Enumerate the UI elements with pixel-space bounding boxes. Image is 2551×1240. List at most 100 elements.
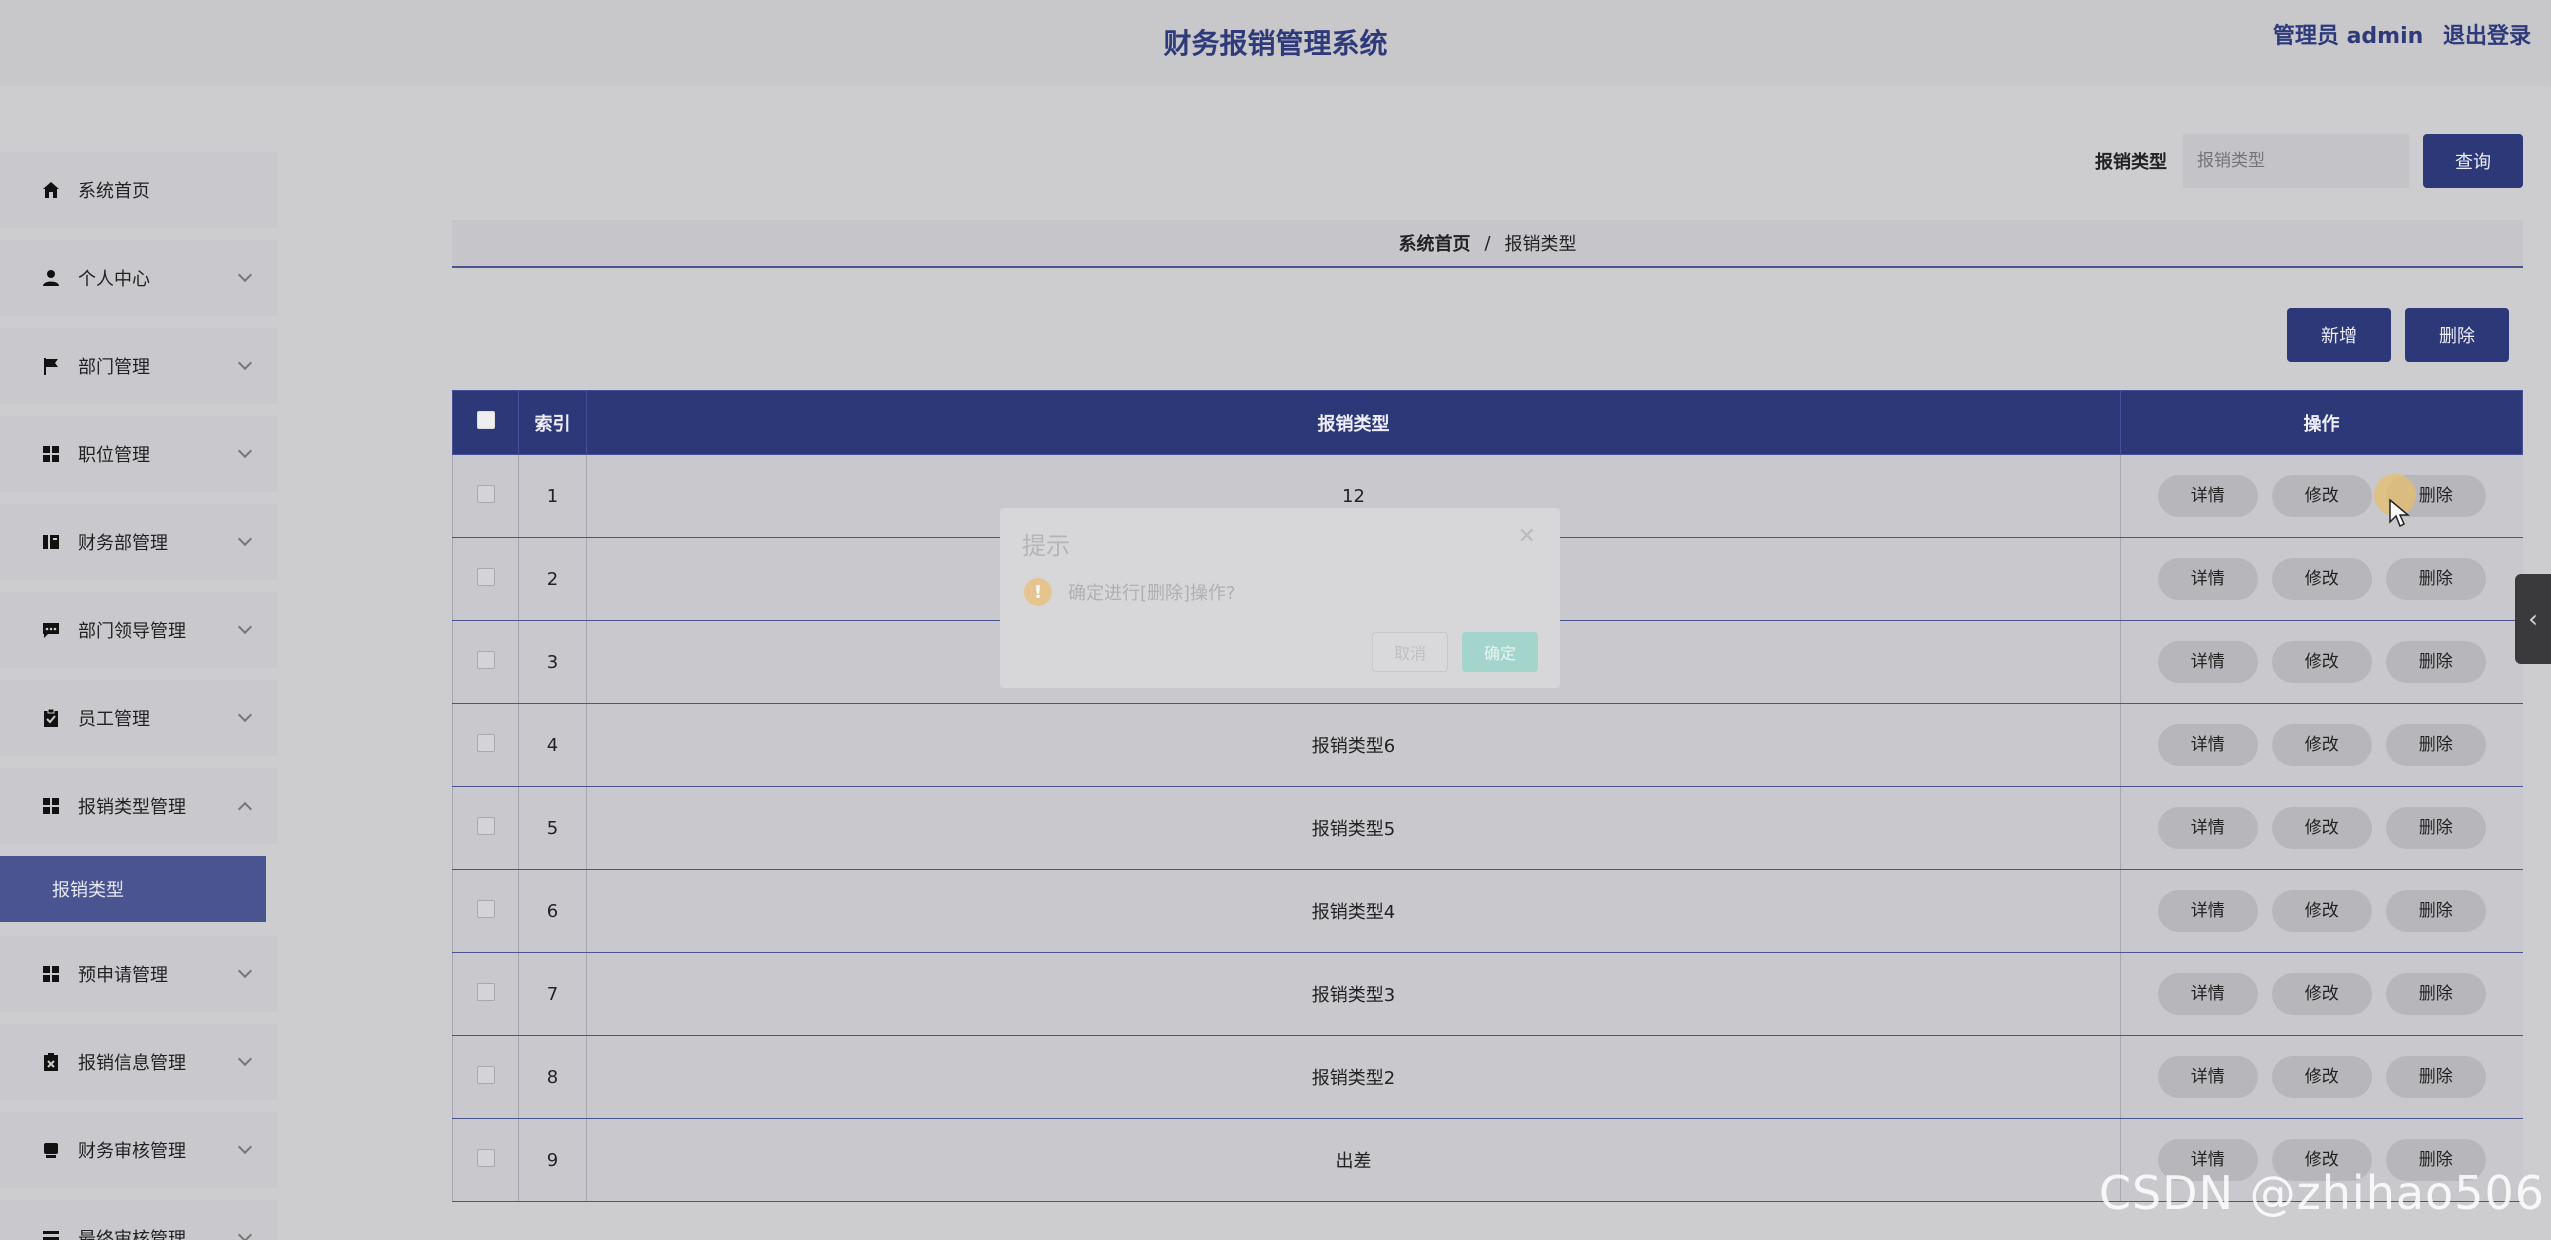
person-icon xyxy=(40,267,62,289)
detail-button[interactable]: 详情 xyxy=(2157,807,2258,849)
row-index: 4 xyxy=(518,703,587,787)
row-delete-button[interactable]: 删除 xyxy=(2385,724,2486,766)
row-delete-button[interactable]: 删除 xyxy=(2385,890,2486,932)
row-delete-button[interactable]: 删除 xyxy=(2385,807,2486,849)
row-checkbox[interactable] xyxy=(476,899,495,918)
dialog-confirm-button[interactable]: 确定 xyxy=(1462,632,1538,672)
sidebar-item[interactable]: 部门管理 xyxy=(0,328,278,404)
edit-button[interactable]: 修改 xyxy=(2271,973,2372,1015)
row-checkbox[interactable] xyxy=(476,816,495,835)
sidebar-item[interactable]: 最终审核管理 xyxy=(0,1200,278,1240)
clipboard-icon xyxy=(40,707,62,729)
row-type: 出差 xyxy=(586,1118,2121,1202)
edit-button[interactable]: 修改 xyxy=(2271,1056,2372,1098)
row-index: 6 xyxy=(518,869,587,953)
sidebar-item[interactable]: 报销类型管理 xyxy=(0,768,278,844)
breadcrumb-current: 报销类型 xyxy=(1504,234,1577,255)
row-select-cell xyxy=(452,1035,519,1119)
row-checkbox[interactable] xyxy=(476,1148,495,1167)
row-index: 7 xyxy=(518,952,587,1036)
chevron-down-icon xyxy=(237,1139,253,1155)
dialog-message: 确定进行[删除]操作? xyxy=(1068,583,1236,604)
dialog-title: 提示 xyxy=(1022,532,1070,560)
sidebar-item[interactable]: 个人中心 xyxy=(0,240,278,316)
table-row: 6 报销类型4 详情 修改 删除 xyxy=(452,869,2523,953)
select-all-cell xyxy=(452,390,519,455)
bulk-delete-button[interactable]: 删除 xyxy=(2405,308,2509,362)
detail-button[interactable]: 详情 xyxy=(2157,724,2258,766)
chevron-up-icon xyxy=(237,801,253,817)
search-input[interactable] xyxy=(2183,134,2409,188)
breadcrumb-home[interactable]: 系统首页 xyxy=(1398,230,1470,256)
sidebar-subitem-active[interactable]: 报销类型 xyxy=(0,856,266,922)
sidebar-item[interactable]: 系统首页 xyxy=(0,152,278,228)
sidebar-item-label: 财务部管理 xyxy=(78,533,168,554)
row-checkbox[interactable] xyxy=(476,733,495,752)
edit-button[interactable]: 修改 xyxy=(2271,641,2372,683)
edit-button[interactable]: 修改 xyxy=(2271,558,2372,600)
search-button[interactable]: 查询 xyxy=(2423,134,2523,188)
watermark: CSDN @zhihao506 xyxy=(2098,1166,2545,1220)
sidebar-item-label: 报销类型管理 xyxy=(78,797,186,818)
action-bar: 新增 删除 xyxy=(2273,308,2509,362)
sidebar-item[interactable]: 部门领导管理 xyxy=(0,592,278,668)
book-icon xyxy=(40,531,62,553)
row-delete-button[interactable]: 删除 xyxy=(2385,641,2486,683)
sidebar-item-label: 财务审核管理 xyxy=(78,1141,186,1162)
detail-button[interactable]: 详情 xyxy=(2157,558,2258,600)
sidebar-item[interactable]: 员工管理 xyxy=(0,680,278,756)
row-select-cell xyxy=(452,703,519,787)
dialog-message-row: ! 确定进行[删除]操作? xyxy=(1024,578,1236,606)
detail-button[interactable]: 详情 xyxy=(2157,475,2258,517)
row-index: 8 xyxy=(518,1035,587,1119)
breadcrumb: 系统首页 / 报销类型 xyxy=(452,220,2523,268)
row-checkbox[interactable] xyxy=(476,982,495,1001)
sidebar-item[interactable]: 预申请管理 xyxy=(0,936,278,1012)
row-select-cell xyxy=(452,952,519,1036)
row-checkbox[interactable] xyxy=(476,1065,495,1084)
row-checkbox[interactable] xyxy=(476,567,495,586)
chevron-left-icon[interactable]: ‹ xyxy=(2515,574,2551,664)
edit-button[interactable]: 修改 xyxy=(2271,475,2372,517)
sidebar-item-label: 系统首页 xyxy=(78,181,150,202)
sidebar-item-label: 最终审核管理 xyxy=(78,1229,186,1240)
row-delete-button[interactable]: 删除 xyxy=(2385,558,2486,600)
sidebar-item[interactable]: 财务部管理 xyxy=(0,504,278,580)
row-index: 3 xyxy=(518,620,587,704)
edit-button[interactable]: 修改 xyxy=(2271,724,2372,766)
row-delete-button[interactable]: 删除 xyxy=(2385,1056,2486,1098)
detail-button[interactable]: 详情 xyxy=(2157,641,2258,683)
row-ops: 详情 修改 删除 xyxy=(2120,786,2523,870)
warning-icon: ! xyxy=(1024,578,1052,606)
header-ops: 操作 xyxy=(2120,390,2523,455)
chat-icon xyxy=(40,619,62,641)
detail-button[interactable]: 详情 xyxy=(2157,890,2258,932)
row-ops: 详情 修改 删除 xyxy=(2120,1035,2523,1119)
detail-button[interactable]: 详情 xyxy=(2157,1056,2258,1098)
sidebar-item[interactable]: 财务审核管理 xyxy=(0,1112,278,1188)
row-select-cell xyxy=(452,454,519,538)
sidebar-item[interactable]: 职位管理 xyxy=(0,416,278,492)
close-icon[interactable]: ✕ xyxy=(1518,524,1536,549)
user-area: 管理员 admin 退出登录 xyxy=(2261,18,2531,50)
home-icon xyxy=(40,179,62,201)
table-row: 5 报销类型5 详情 修改 删除 xyxy=(452,786,2523,870)
edit-button[interactable]: 修改 xyxy=(2271,890,2372,932)
sidebar-item-label: 个人中心 xyxy=(78,269,150,290)
detail-button[interactable]: 详情 xyxy=(2157,973,2258,1015)
row-ops: 详情 修改 删除 xyxy=(2120,952,2523,1036)
row-checkbox[interactable] xyxy=(476,484,495,503)
header-index: 索引 xyxy=(518,390,587,455)
list-icon xyxy=(40,1227,62,1240)
sidebar-item[interactable]: 报销信息管理 xyxy=(0,1024,278,1100)
select-all-checkbox[interactable] xyxy=(476,411,495,429)
edit-button[interactable]: 修改 xyxy=(2271,807,2372,849)
logout-link[interactable]: 退出登录 xyxy=(2443,24,2531,49)
table-row: 7 报销类型3 详情 修改 删除 xyxy=(452,952,2523,1036)
dialog-cancel-button[interactable]: 取消 xyxy=(1372,632,1448,672)
row-index: 1 xyxy=(518,454,587,538)
row-checkbox[interactable] xyxy=(476,650,495,669)
row-delete-button[interactable]: 删除 xyxy=(2385,973,2486,1015)
add-button[interactable]: 新增 xyxy=(2287,308,2391,362)
row-type: 报销类型3 xyxy=(586,952,2121,1036)
